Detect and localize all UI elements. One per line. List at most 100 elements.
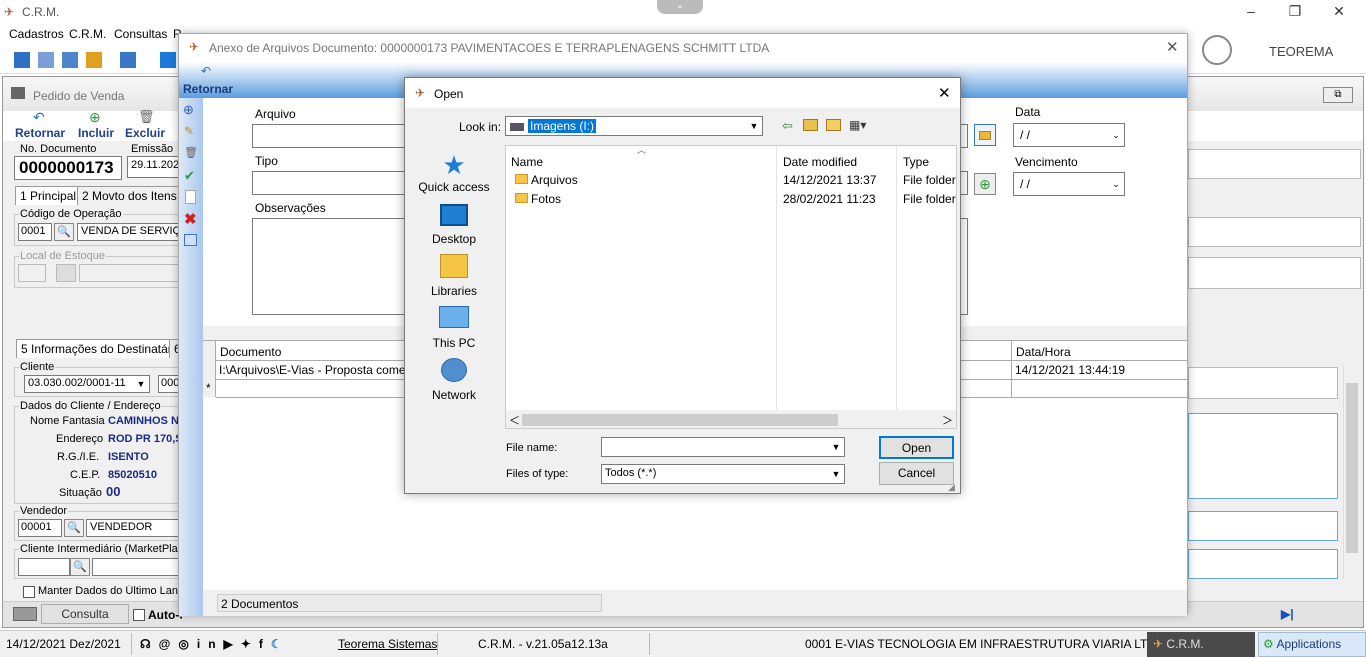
codigo-operacao-field[interactable]: 0001 xyxy=(18,223,52,241)
file-row-arquivos[interactable]: Arquivos 14/12/2021 13:37 File folder xyxy=(506,171,956,189)
keyboard-icon[interactable] xyxy=(13,607,37,621)
dados-cliente-label: Dados do Cliente / Endereço xyxy=(19,400,162,412)
right-panel-7 xyxy=(1188,549,1338,579)
menu-consultas[interactable]: Consultas xyxy=(114,27,167,41)
edit-icon[interactable]: ✎ xyxy=(184,124,194,138)
vendedor-search-icon[interactable]: 🔍 xyxy=(64,519,84,537)
scroll-thumb[interactable] xyxy=(1346,383,1358,553)
file-row-fotos[interactable]: Fotos 28/02/2021 11:23 File folder xyxy=(506,190,956,208)
open-button[interactable]: Open xyxy=(879,436,954,459)
company-link[interactable]: Teorema Sistemas xyxy=(338,632,437,657)
pedido-scrollbar[interactable] xyxy=(1343,365,1359,579)
look-in-combo[interactable]: Imagens (I:) ▼ xyxy=(505,116,763,136)
vencimento-field[interactable]: / / ⌄ xyxy=(1013,172,1125,196)
open-close-button[interactable]: ✕ xyxy=(938,84,951,102)
toolbar-icon-2[interactable] xyxy=(38,52,54,68)
resize-grip-icon[interactable]: ◢ xyxy=(948,482,955,493)
table-row-data-hora[interactable]: 14/12/2021 13:44:19 xyxy=(1015,363,1125,377)
place-network[interactable]: Network xyxy=(409,358,499,402)
cancel-button[interactable]: Cancel xyxy=(879,462,954,485)
hscroll-thumb[interactable] xyxy=(522,414,838,426)
file-name-combo[interactable]: ▼ xyxy=(601,437,845,457)
file-list-hscroll[interactable]: ＜ ＞ xyxy=(506,410,956,428)
cliente-combo[interactable]: 03.030.002/0001-11 ▼ xyxy=(24,375,150,393)
chevron-down-icon: ▼ xyxy=(831,442,841,452)
toolbar-icon-4[interactable] xyxy=(86,52,102,68)
headset-icon[interactable]: ☊ xyxy=(140,637,159,651)
toolbar-icon-1[interactable] xyxy=(14,52,30,68)
browse-folder-icon[interactable] xyxy=(974,124,996,146)
files-of-type-combo[interactable]: Todos (*.*) ▼ xyxy=(601,464,845,484)
arquivo-field[interactable] xyxy=(252,124,406,148)
restore-button[interactable]: ❐ xyxy=(1272,0,1318,24)
data-value: / / xyxy=(1020,128,1031,142)
linkedin-icon[interactable]: in xyxy=(197,637,224,651)
instagram-icon[interactable]: ◎ xyxy=(178,637,196,651)
grid-icon[interactable] xyxy=(184,234,197,246)
grid-header-documento[interactable]: Documento xyxy=(220,345,281,359)
table-row-documento[interactable]: I:\Arquivos\E-Vias - Proposta comercial xyxy=(219,363,409,377)
tipo-add-icon[interactable]: ⊕ xyxy=(974,173,996,195)
up-folder-icon[interactable] xyxy=(803,119,818,131)
observacoes-field[interactable] xyxy=(252,218,406,315)
anexo-retornar-button[interactable]: Retornar xyxy=(183,82,233,96)
tipo-field-right[interactable] xyxy=(960,171,968,195)
pedido-excluir-button[interactable]: Excluir xyxy=(125,126,165,140)
column-header-name[interactable]: Name xyxy=(511,155,543,169)
pedido-restore-button[interactable]: ⧉ xyxy=(1323,87,1353,103)
view-menu-icon[interactable]: ▦▾ xyxy=(849,118,866,132)
scroll-left-icon[interactable]: ＜ xyxy=(509,412,520,428)
page-icon[interactable] xyxy=(185,190,196,204)
close-button[interactable]: ✕ xyxy=(1316,0,1362,24)
scroll-right-icon[interactable]: ＞ xyxy=(942,412,953,428)
confirm-icon[interactable]: ✔ xyxy=(184,168,195,184)
consulta-button[interactable]: Consulta xyxy=(41,604,129,624)
toolbar-icon-5[interactable] xyxy=(120,52,136,68)
twitter-icon[interactable]: ✦ xyxy=(241,637,259,651)
observacoes-field-right[interactable] xyxy=(960,218,968,315)
place-this-pc[interactable]: This PC xyxy=(409,306,499,350)
tab-movto-itens[interactable]: 2 Movto dos Itens e S xyxy=(77,186,181,205)
manter-checkbox[interactable] xyxy=(23,586,35,598)
place-quick-access[interactable]: ★ Quick access xyxy=(409,150,499,194)
pedido-retornar-button[interactable]: Retornar xyxy=(15,126,65,140)
place-libraries[interactable]: Libraries xyxy=(409,254,499,298)
anexo-close-button[interactable]: ✕ xyxy=(1166,38,1179,56)
add-icon[interactable]: ⊕ xyxy=(183,102,194,118)
tab-informacoes-destinatario[interactable]: 5 Informações do Destinatário xyxy=(16,339,187,358)
place-desktop[interactable]: Desktop xyxy=(409,204,499,246)
codigo-search-icon[interactable]: 🔍 xyxy=(54,223,74,241)
toolbar-icon-3[interactable] xyxy=(62,52,78,68)
tipo-field[interactable] xyxy=(252,171,406,195)
applications-button[interactable]: ⚙ Applications xyxy=(1258,632,1366,657)
youtube-icon[interactable]: ▶ xyxy=(224,637,241,651)
grid-header-data-hora[interactable]: Data/Hora xyxy=(1016,345,1071,359)
column-header-date[interactable]: Date modified xyxy=(783,155,857,169)
menu-cadastros[interactable]: Cadastros xyxy=(9,27,64,41)
delete-icon[interactable]: 🗑 xyxy=(184,146,198,159)
collapse-tab[interactable]: ⌄ xyxy=(657,0,703,14)
auto-salvar-checkbox[interactable] xyxy=(133,609,145,621)
column-header-type[interactable]: Type xyxy=(903,155,929,169)
menu-crm[interactable]: C.R.M. xyxy=(69,27,106,41)
emissao-field[interactable]: 29.11.2021 xyxy=(127,156,179,178)
facebook-icon[interactable]: f xyxy=(259,637,271,651)
arquivo-field-right[interactable] xyxy=(960,124,968,148)
new-folder-icon[interactable] xyxy=(826,119,841,131)
taskbar-crm[interactable]: ✈ C.R.M. xyxy=(1147,632,1255,657)
intermediario-search-icon[interactable]: 🔍 xyxy=(70,558,90,576)
minimize-button[interactable]: – xyxy=(1228,0,1274,24)
last-record-icon[interactable]: ▶| xyxy=(1281,607,1294,621)
intermediario-code-field[interactable] xyxy=(18,558,70,576)
back-icon[interactable]: ⇦ xyxy=(782,118,793,134)
email-icon[interactable]: @ xyxy=(159,637,179,651)
tab-principal[interactable]: 1 Principal xyxy=(15,186,82,205)
toolbar-icon-6[interactable] xyxy=(160,52,176,68)
vendedor-code-field[interactable]: 00001 xyxy=(18,519,62,537)
pedido-incluir-button[interactable]: Incluir xyxy=(78,126,114,140)
codigo-operacao-label: Código de Operação xyxy=(19,208,123,220)
user-avatar-icon[interactable] xyxy=(1202,35,1232,65)
cliente-value: 03.030.002/0001-11 xyxy=(28,377,126,389)
cancel-icon[interactable]: ✖ xyxy=(184,210,197,228)
data-field[interactable]: / / ⌄ xyxy=(1013,123,1125,147)
